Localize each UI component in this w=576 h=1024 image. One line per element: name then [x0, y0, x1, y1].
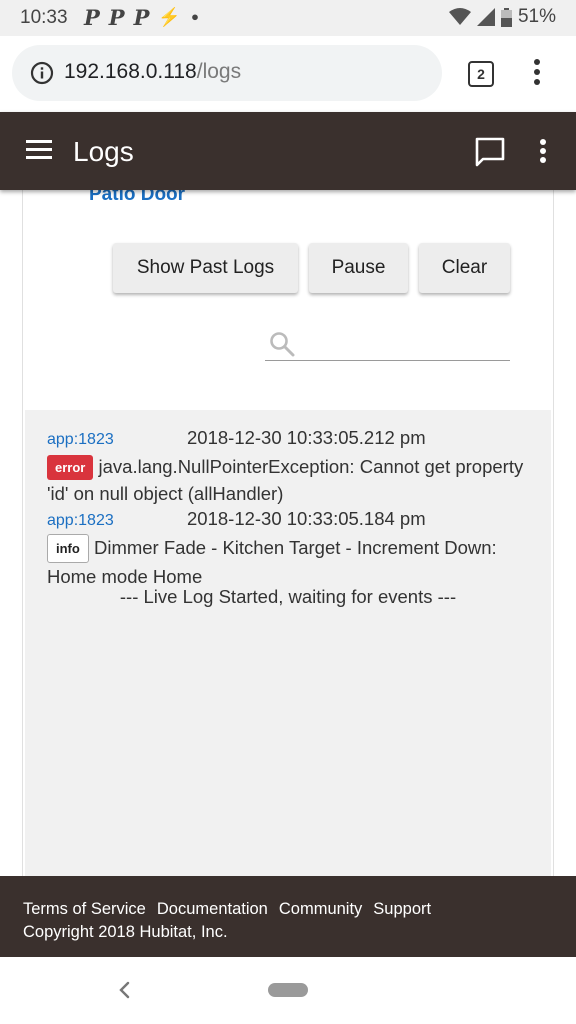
live-log-status: --- Live Log Started, waiting for events…	[119, 586, 457, 607]
log-timestamp: 2018-12-30 10:33:05.212 pm	[187, 427, 426, 448]
log-entry: app:1823 2018-12-30 10:33:05.184 pm info…	[47, 505, 527, 590]
app-menu-icon[interactable]	[533, 138, 553, 166]
battery-icon	[500, 7, 512, 27]
hamburger-menu-icon[interactable]	[26, 140, 52, 160]
pause-button[interactable]: Pause	[309, 243, 408, 293]
status-right: 51%	[448, 6, 556, 28]
notification-p-icon: P	[133, 5, 150, 30]
app-header: Logs	[0, 112, 576, 190]
system-nav-bar	[0, 957, 576, 1024]
footer-links: Terms of Service Documentation Community…	[23, 900, 431, 919]
feedback-chat-icon[interactable]	[474, 136, 506, 168]
documentation-link[interactable]: Documentation	[157, 900, 268, 919]
clear-button[interactable]: Clear	[419, 243, 510, 293]
log-source-link[interactable]: app:1823	[47, 512, 114, 529]
footer: Terms of Service Documentation Community…	[0, 876, 576, 957]
search-input[interactable]	[301, 330, 505, 358]
log-message: Dimmer Fade - Kitchen Target - Increment…	[47, 537, 497, 587]
info-icon[interactable]	[30, 61, 54, 85]
log-message-row: error java.lang.NullPointerException: Ca…	[47, 453, 527, 507]
cell-signal-icon	[476, 8, 495, 26]
copyright: Copyright 2018 Hubitat, Inc.	[23, 923, 228, 941]
url-path: /logs	[196, 60, 242, 83]
log-output: app:1823 2018-12-30 10:33:05.212 pm erro…	[25, 410, 551, 878]
support-link[interactable]: Support	[373, 900, 431, 919]
address-bar[interactable]: 192.168.0.118/logs	[12, 45, 442, 101]
notification-bolt-icon: ⚡	[158, 7, 181, 28]
notification-p-icon: P	[84, 5, 100, 30]
page-title: Logs	[73, 136, 134, 167]
home-pill-button[interactable]	[268, 983, 308, 997]
community-link[interactable]: Community	[279, 900, 362, 919]
show-past-logs-button[interactable]: Show Past Logs	[113, 243, 298, 293]
status-bar: 10:33 P P P ⚡ • 51%	[0, 0, 576, 36]
error-badge: error	[47, 455, 94, 480]
url-host: 192.168.0.118	[64, 60, 197, 83]
log-source-link[interactable]: app:1823	[47, 431, 114, 448]
search-icon	[270, 332, 295, 357]
log-entry: app:1823 2018-12-30 10:33:05.212 pm erro…	[47, 424, 527, 507]
battery-level: 51%	[517, 6, 556, 27]
log-search	[265, 328, 510, 361]
wifi-icon	[448, 8, 471, 25]
log-message: java.lang.NullPointerException: Cannot g…	[47, 456, 524, 504]
notification-dot-icon: •	[189, 8, 201, 27]
back-icon[interactable]	[118, 981, 130, 999]
notification-icons: P P P ⚡ •	[84, 5, 200, 30]
log-message-row: info Dimmer Fade - Kitchen Target - Incr…	[47, 534, 527, 590]
terms-of-service-link[interactable]: Terms of Service	[23, 900, 146, 919]
log-timestamp: 2018-12-30 10:33:05.184 pm	[187, 508, 426, 529]
info-badge: info	[47, 534, 89, 563]
status-time: 10:33	[20, 7, 68, 28]
browser-toolbar: 192.168.0.118/logs 2	[0, 36, 576, 112]
url-text[interactable]: 192.168.0.118/logs	[64, 60, 241, 84]
browser-menu-icon[interactable]	[527, 58, 547, 86]
tab-switcher-button[interactable]: 2	[468, 61, 494, 87]
notification-p-icon: P	[108, 5, 125, 30]
logs-card: Patio Door Show Past Logs Pause Clear ap…	[22, 150, 554, 878]
screen: 10:33 P P P ⚡ • 51% 192.168.0.118/logs 2…	[0, 0, 576, 1024]
